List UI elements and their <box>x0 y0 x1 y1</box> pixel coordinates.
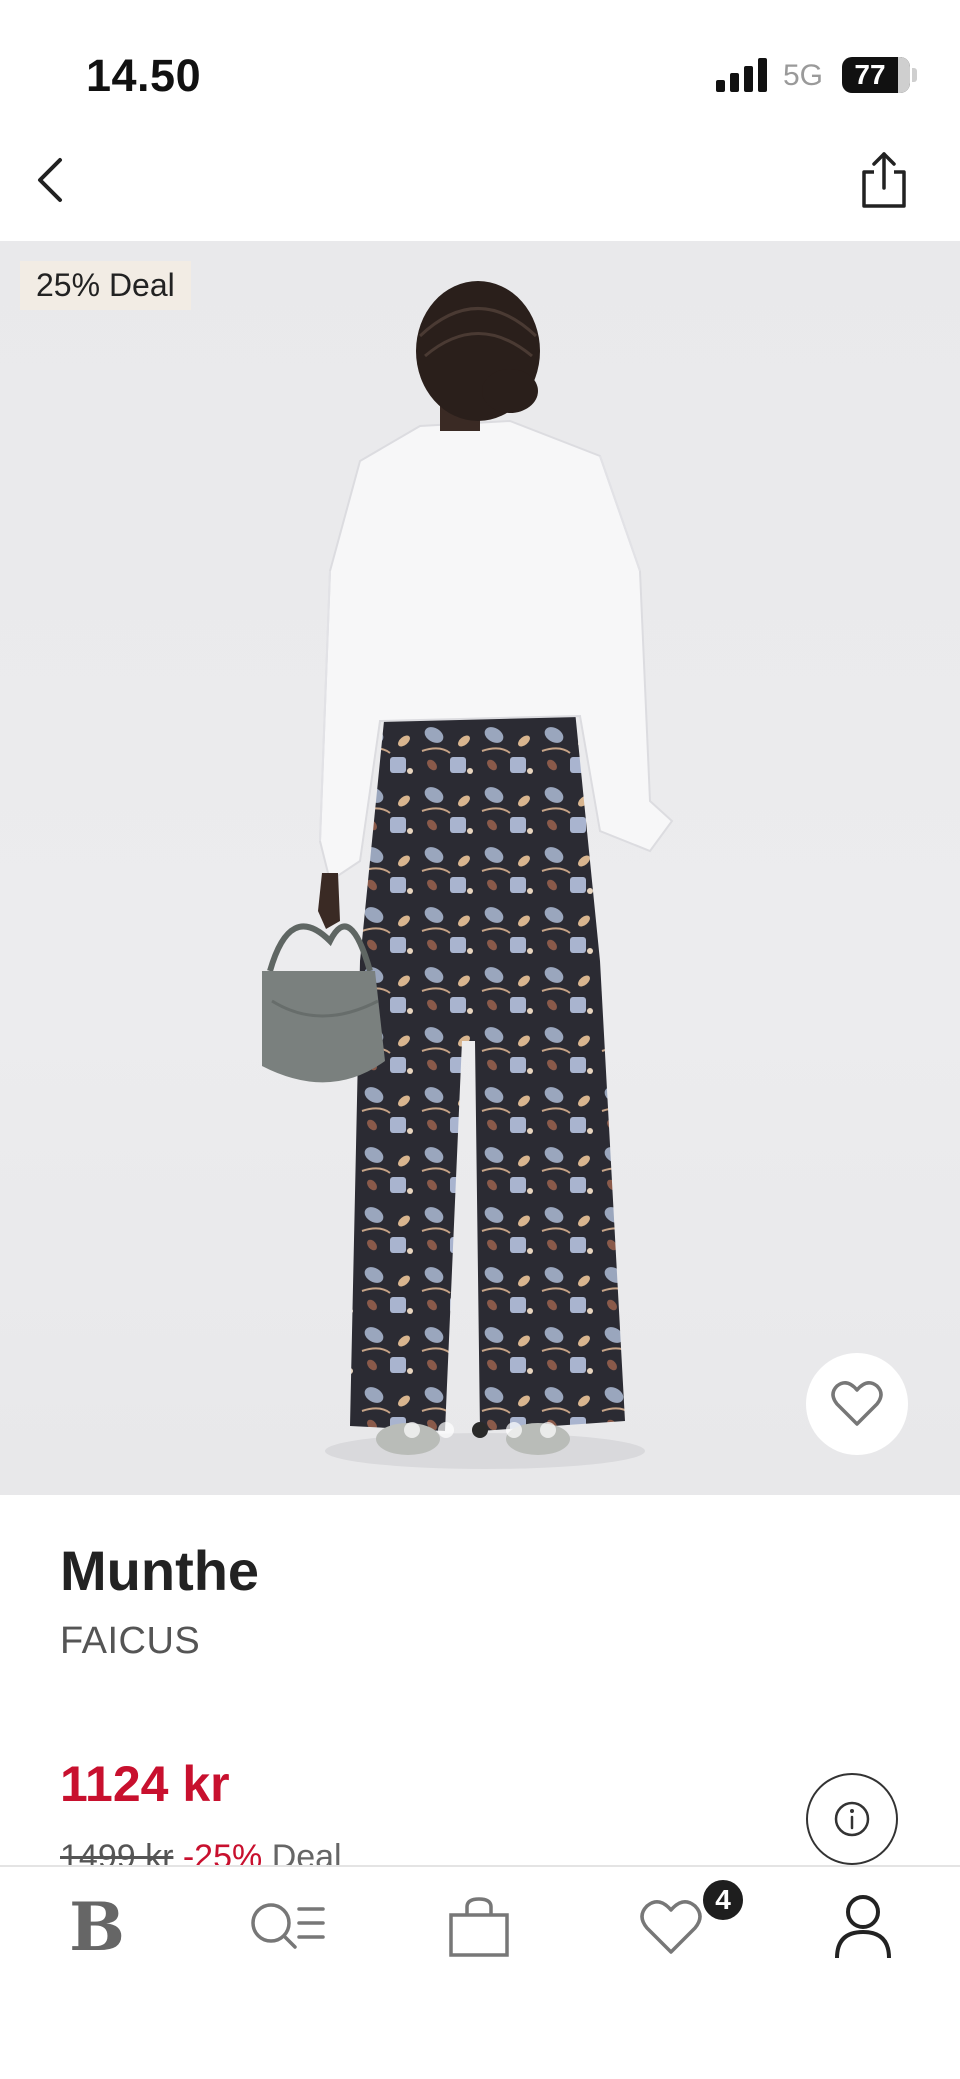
status-time: 14.50 <box>86 50 202 101</box>
heart-icon <box>640 1900 702 1954</box>
product-brand[interactable]: Munthe <box>60 1538 259 1603</box>
carousel-dot[interactable] <box>438 1422 454 1438</box>
product-name: FAICUS <box>60 1620 201 1662</box>
info-button[interactable] <box>806 1773 898 1865</box>
back-button[interactable] <box>30 150 90 210</box>
battery-level: 77 <box>854 59 886 90</box>
account-icon <box>835 1895 891 1959</box>
top-nav <box>0 150 960 240</box>
info-icon <box>834 1801 870 1837</box>
battery-icon: 77 <box>842 57 910 93</box>
search-list-icon <box>251 1903 325 1949</box>
chevron-left-icon <box>38 158 62 202</box>
model-photo <box>262 281 674 1469</box>
bottom-tab-bar: B 4 <box>0 1865 960 2079</box>
carousel-dot-active[interactable] <box>472 1422 488 1438</box>
tab-bag[interactable] <box>434 1887 524 1967</box>
favorite-button[interactable] <box>806 1353 908 1455</box>
tab-account[interactable] <box>818 1887 908 1967</box>
signal-icon <box>716 58 767 92</box>
tab-home[interactable]: B <box>52 1887 142 1967</box>
carousel-dot[interactable] <box>506 1422 522 1438</box>
status-bar: 14.50 5G 77 <box>0 0 960 150</box>
battery-tip <box>912 68 917 82</box>
shopping-bag-icon <box>449 1897 509 1957</box>
heart-outline-icon <box>831 1381 883 1426</box>
tab-search[interactable] <box>242 1887 332 1967</box>
carousel-indicator <box>360 1422 600 1442</box>
deal-tag: 25% Deal <box>20 261 191 310</box>
favorites-count-badge: 4 <box>700 1877 746 1923</box>
product-price: 1124 kr <box>60 1756 230 1812</box>
carousel-dot[interactable] <box>540 1422 556 1438</box>
carousel-dot[interactable] <box>404 1422 420 1438</box>
share-icon <box>862 152 906 208</box>
share-button[interactable] <box>856 150 912 210</box>
network-type: 5G <box>783 59 824 92</box>
product-image[interactable]: 25% Deal <box>0 241 960 1495</box>
home-logo: B <box>69 1888 125 1966</box>
